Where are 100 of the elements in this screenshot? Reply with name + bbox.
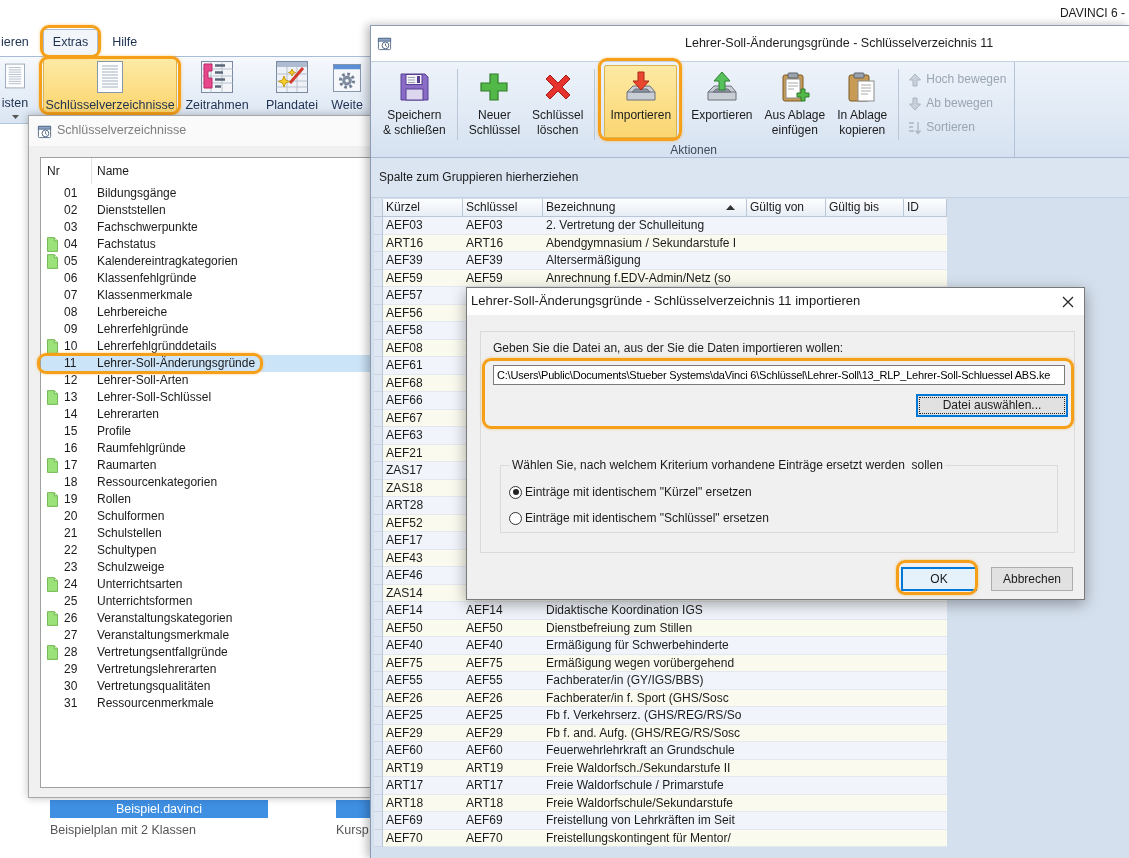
list-row[interactable]: 24 Unterrichtsarten [41,576,370,593]
radio-button[interactable] [509,485,522,499]
list-row[interactable]: 14 Lehrerarten [41,406,370,423]
row-selector[interactable] [374,409,383,427]
row-selector[interactable] [374,217,383,235]
row-selector[interactable] [374,812,383,830]
row-selector[interactable] [374,287,383,305]
radio-label[interactable]: Einträge mit identischem "Kürzel" ersetzen [525,484,752,500]
row-number: 31 [64,696,79,711]
row-selector[interactable] [374,234,383,252]
ribbon-button[interactable]: In Ablage kopieren [831,65,894,138]
list-row[interactable]: 23 Schulzweige [41,559,370,576]
ribbon-button[interactable]: Neuer Schlüssel [462,65,527,138]
list-row[interactable]: 18 Ressourcenkategorien [41,474,370,491]
list-row[interactable]: 26 Veranstaltungskategorien [41,610,370,627]
list-row[interactable]: 15 Profile [41,423,370,440]
row-selector[interactable] [374,514,383,532]
row-selector[interactable] [374,619,383,637]
list-row[interactable]: 01 Bildungsgänge [41,185,370,202]
file-path-field[interactable]: C:\Users\Public\Documents\Stueber Systems\daVinci 6\Schlüssel\Lehrer-Soll\13_RLP_Lehrer-Soll-Schluessel ABS.ke [493,365,1065,385]
tray-down-arrow-icon [624,71,657,103]
list-row[interactable]: 20 Schulformen [41,508,370,525]
list-row[interactable]: 27 Veranstaltungsmerkmale [41,627,370,644]
row-selector[interactable] [374,707,383,725]
row-selector[interactable] [374,322,383,340]
list-row[interactable]: 03 Fachschwerpunkte [41,219,370,236]
row-number: 20 [64,509,79,524]
row-selector[interactable] [374,304,383,322]
row-selector[interactable] [374,584,383,602]
list-row[interactable]: 08 Lehrbereiche [41,304,370,321]
row-selector[interactable] [374,444,383,462]
row-selector[interactable] [374,759,383,777]
row-selector[interactable] [374,654,383,672]
row-selector[interactable] [374,269,383,287]
column-header[interactable]: Nr [41,158,92,184]
ribbon-button[interactable]: Aus Ablage einfügen [758,65,832,138]
plan-file-button[interactable] [336,800,370,818]
row-selector[interactable] [374,689,383,707]
row-selector[interactable] [374,339,383,357]
row-selector[interactable] [374,357,383,375]
menu-item[interactable]: Hilfe [102,29,148,56]
ribbon-button[interactable]: Zeitrahmen [181,58,253,113]
row-number: 21 [64,526,79,541]
list-row[interactable]: 09 Lehrerfehlgründe [41,321,370,338]
list-row[interactable]: 16 Raumfehlgründe [41,440,370,457]
list-row[interactable]: 19 Rollen [41,491,370,508]
row-number: 23 [64,560,79,575]
radio-label[interactable]: Einträge mit identischem "Schlüssel" ersetzen [525,510,769,526]
row-selector[interactable] [374,252,383,270]
close-icon[interactable] [1062,295,1074,308]
dialog-button[interactable]: Abbrechen [991,567,1073,591]
list-row[interactable]: 12 Lehrer-Soll-Arten [41,372,370,389]
row-selector[interactable] [374,374,383,392]
list-row[interactable]: 06 Klassenfehlgründe [41,270,370,287]
row-selector[interactable] [374,672,383,690]
ribbon-button[interactable]: Schlüssel löschen [526,65,590,138]
list-row[interactable]: 04 Fachstatus [41,236,370,253]
prompt-text: Geben Sie die Datei an, aus der Sie die Daten importieren wollen: [493,341,845,355]
browse-button[interactable]: Datei auswählen... [916,394,1068,417]
list-row[interactable]: 25 Unterrichtsformen [41,593,370,610]
list-row[interactable]: 28 Vertretungsentfallgründe [41,644,370,661]
list-row[interactable]: 21 Schulstellen [41,525,370,542]
row-selector[interactable] [374,427,383,445]
list-row[interactable]: 31 Ressourcenmerkmale [41,695,370,712]
column-header[interactable]: Name [92,158,135,184]
row-selector[interactable] [374,567,383,585]
row-selector[interactable] [374,479,383,497]
list-row[interactable]: 02 Dienststellen [41,202,370,219]
row-selector[interactable] [374,497,383,515]
row-selector[interactable] [374,637,383,655]
row-selector[interactable] [374,777,383,795]
list-row[interactable]: 17 Raumarten [41,457,370,474]
row-selector[interactable] [374,532,383,550]
list-row[interactable]: 05 Kalendereintragkategorien [41,253,370,270]
table-cell-text: AEF14 [385,602,424,619]
ribbon-button[interactable]: Exportieren [685,65,759,138]
table-cell-text: AEF75 [465,654,504,672]
list-row[interactable]: 13 Lehrer-Soll-Schlüssel [41,389,370,406]
list-row[interactable]: 10 Lehrerfehlgründdetails [41,338,370,355]
list-row[interactable]: 07 Klassenmerkmale [41,287,370,304]
ribbon-button[interactable]: Speichern & schließen [377,65,452,138]
document-list-icon [97,61,123,93]
row-selector[interactable] [374,549,383,567]
ribbon-button[interactable]: Weite [329,58,365,113]
row-selector[interactable] [374,602,383,620]
radio-button[interactable] [509,511,522,525]
row-selector[interactable] [374,462,383,480]
ribbon-button[interactable]: isten [0,58,30,122]
row-selector[interactable] [374,829,383,847]
row-selector[interactable] [374,392,383,410]
list-row[interactable]: 30 Vertretungsqualitäten [41,678,370,695]
row-name: Schulzweige [97,560,166,575]
table-cell-text: Fb f. Verkehrserz. (GHS/REG/RS/So [545,707,743,724]
menu-item[interactable]: ieren [0,29,39,56]
row-selector[interactable] [374,724,383,742]
ribbon-button[interactable]: Plandatei [259,58,325,113]
row-selector[interactable] [374,742,383,760]
list-row[interactable]: 22 Schultypen [41,542,370,559]
row-selector[interactable] [374,794,383,812]
list-row[interactable]: 29 Vertretungslehrerarten [41,661,370,678]
